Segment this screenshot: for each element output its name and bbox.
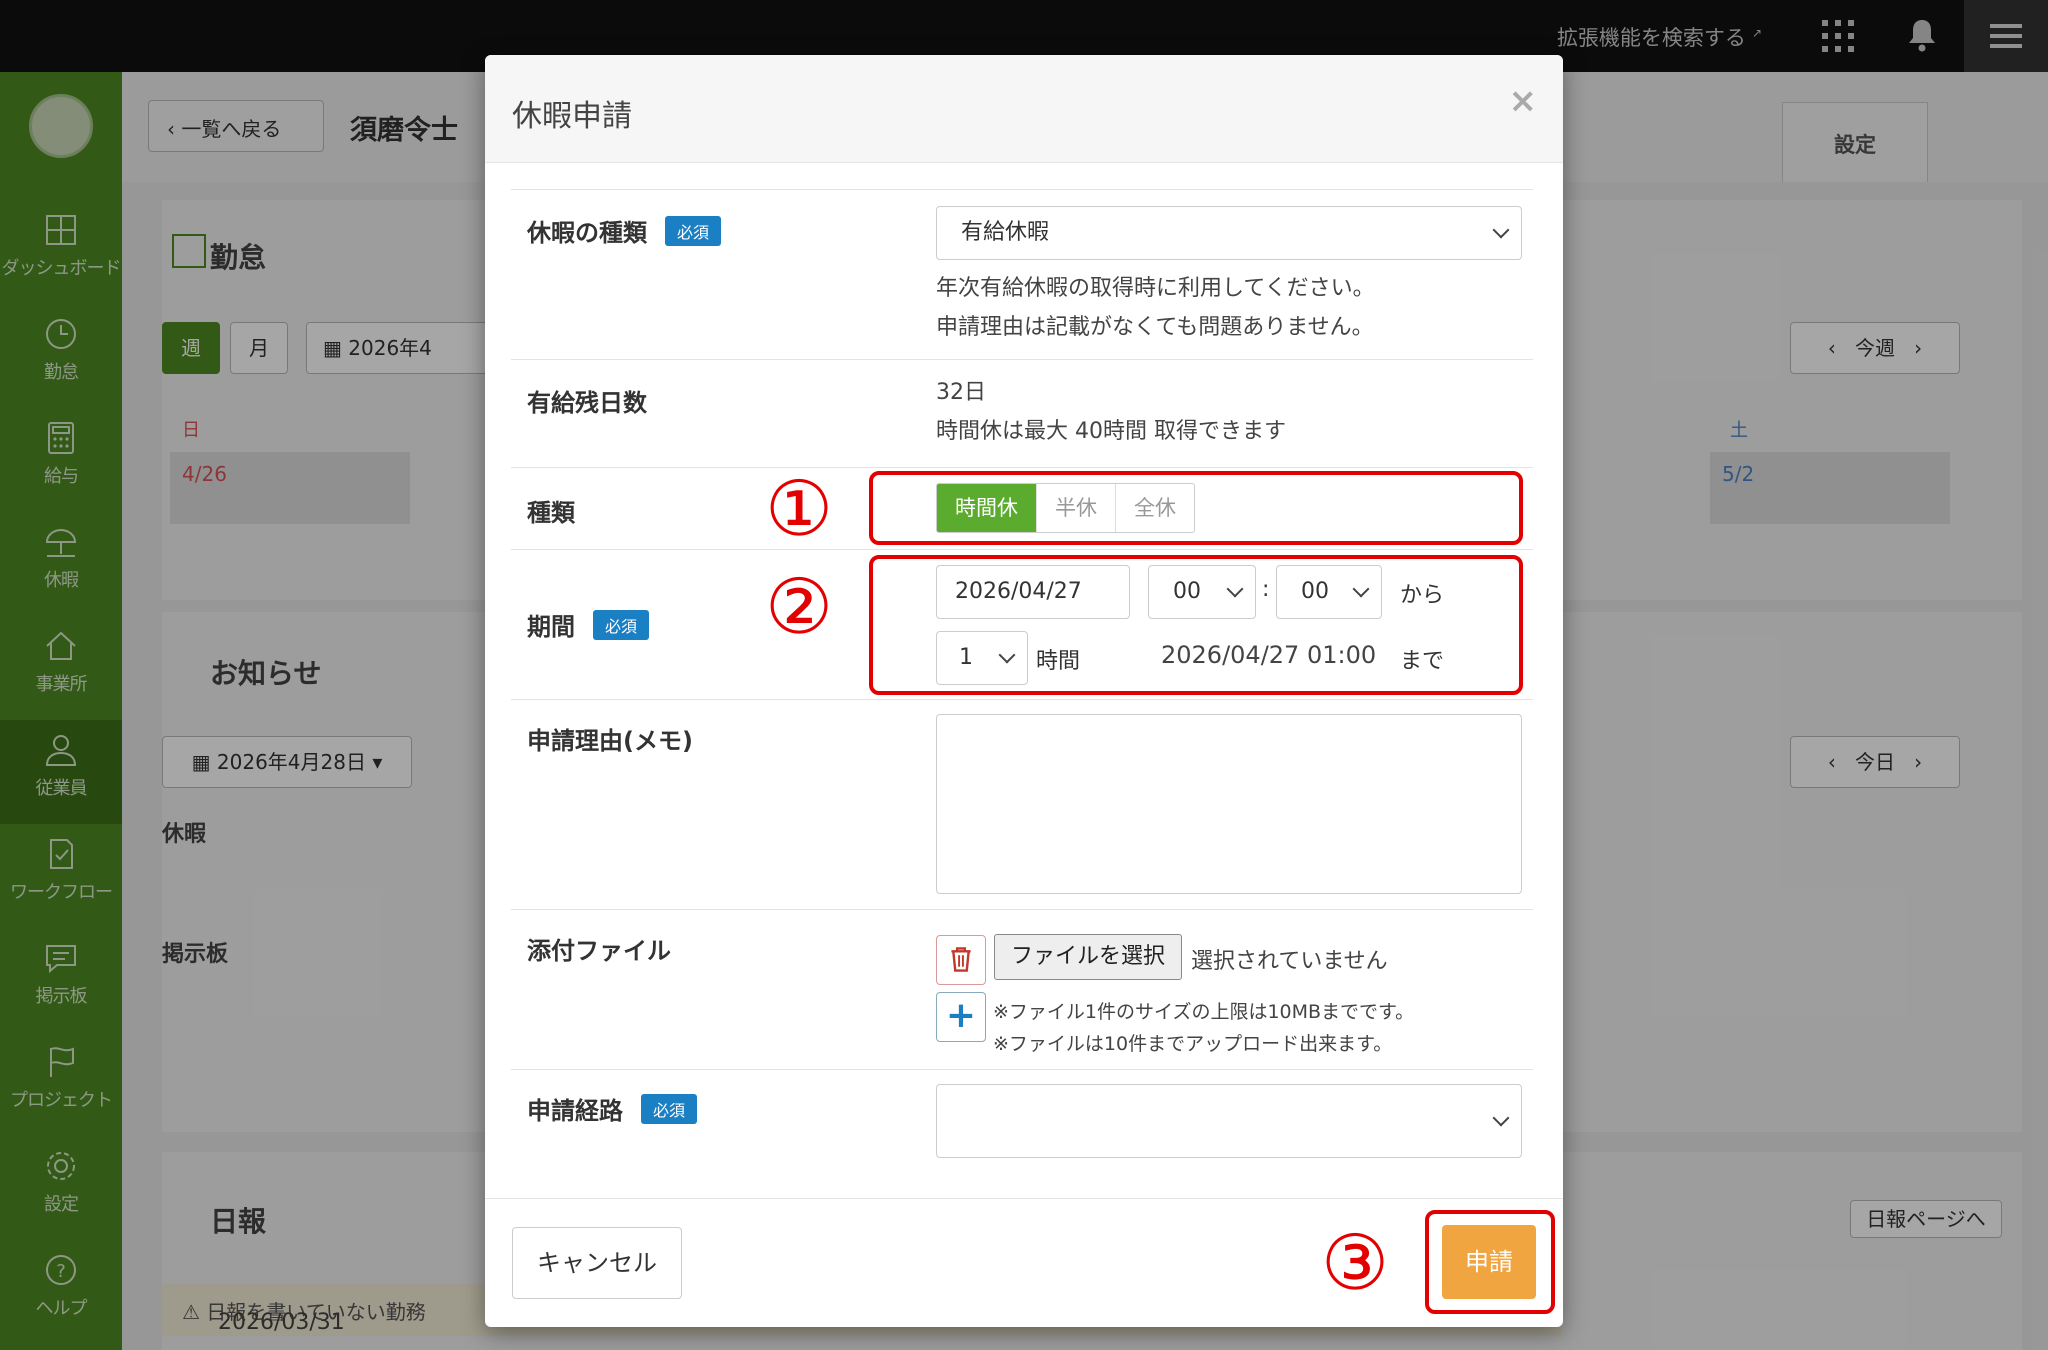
required-badge: 必須 (665, 216, 722, 246)
leave-request-modal: 休暇申請 × 休暇の種類 必須 有給休暇 年次有給休暇の取得時に利用してください。… (485, 55, 1563, 1327)
route-text: 申請経路 (527, 1097, 623, 1125)
highlight-box-2 (869, 555, 1523, 695)
reason-textarea[interactable] (936, 714, 1522, 894)
remaining-hours-note: 時間休は最大 40時間 取得できます (936, 419, 1286, 444)
required-badge: 必須 (593, 610, 650, 640)
leave-type-label: 休暇の種類 必須 (527, 213, 722, 248)
file-count-note: ※ファイルは10件までアップロード出来ます。 (993, 1033, 1393, 1055)
annotation-2: ② (765, 562, 834, 651)
remaining-days-value: 32日 (936, 380, 986, 405)
reason-label: 申請理由(メモ) (527, 727, 693, 755)
period-label: 期間 必須 (527, 607, 650, 642)
remaining-days-label: 有給残日数 (527, 389, 647, 417)
period-text: 期間 (527, 613, 575, 641)
help-line-1: 年次有給休暇の取得時に利用してください。 (936, 276, 1375, 301)
attachment-label: 添付ファイル (527, 937, 671, 965)
file-size-note: ※ファイル1件のサイズの上限は10MBまでです。 (993, 1001, 1415, 1023)
help-line-2: 申請理由は記載がなくても問題ありません。 (936, 315, 1374, 340)
highlight-box-1 (869, 471, 1523, 545)
delete-file-button[interactable] (936, 935, 986, 985)
annotation-1: ① (765, 464, 834, 553)
trash-icon (951, 947, 971, 972)
leave-type-help: 年次有給休暇の取得時に利用してください。 申請理由は記載がなくても問題ありません。 (936, 269, 1375, 347)
route-label: 申請経路 必須 (527, 1091, 698, 1126)
leave-type-select[interactable]: 有給休暇 (936, 206, 1522, 260)
modal-title: 休暇申請 (512, 99, 632, 134)
kind-label: 種類 (527, 499, 575, 527)
divider (511, 549, 1533, 550)
divider (511, 189, 1533, 190)
divider (511, 1069, 1533, 1070)
cancel-button[interactable]: キャンセル (512, 1227, 682, 1299)
route-select[interactable] (936, 1084, 1522, 1158)
no-file-selected: 選択されていません (1191, 949, 1388, 974)
required-badge: 必須 (641, 1094, 698, 1124)
add-file-button[interactable]: + (936, 992, 986, 1042)
leave-type-text: 休暇の種類 (527, 219, 647, 247)
divider (511, 359, 1533, 360)
modal-footer-divider (485, 1198, 1563, 1199)
divider (511, 467, 1533, 468)
divider (511, 699, 1533, 700)
chevron-down-icon (1492, 221, 1510, 239)
choose-file-button[interactable]: ファイルを選択 (994, 934, 1182, 980)
chevron-down-icon (1492, 1109, 1510, 1127)
modal-header: 休暇申請 × (485, 55, 1563, 163)
divider (511, 909, 1533, 910)
close-icon[interactable]: × (1509, 81, 1538, 121)
submit-button[interactable]: 申請 (1442, 1225, 1536, 1299)
leave-type-value: 有給休暇 (961, 220, 1050, 245)
annotation-3: ③ (1321, 1218, 1390, 1307)
remaining-days-info: 32日時間休は最大 40時間 取得できます (936, 373, 1286, 451)
